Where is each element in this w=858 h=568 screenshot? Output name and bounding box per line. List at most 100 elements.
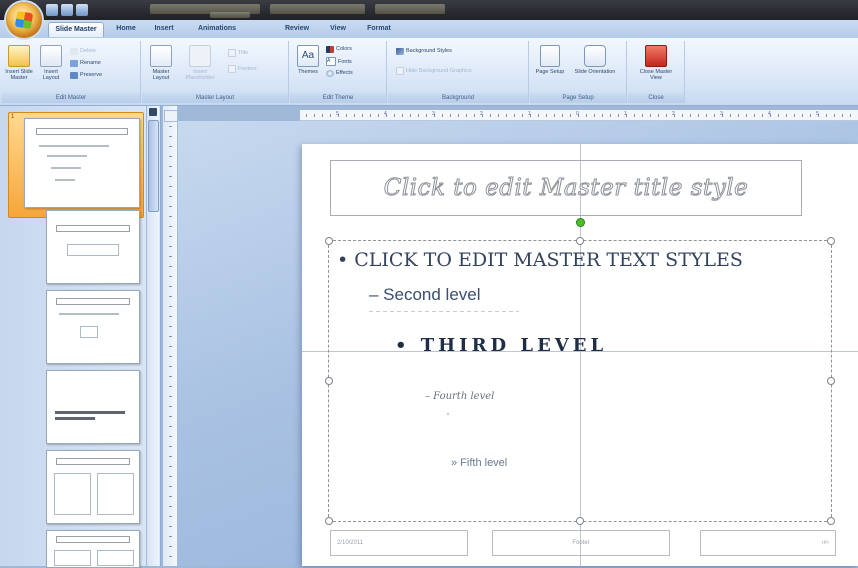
insert-slide-master-button[interactable]: Insert Slide Master	[4, 45, 34, 81]
close-master-view-label: Close Master View	[639, 69, 673, 81]
tab-animations[interactable]: Animations	[194, 22, 240, 36]
slide-canvas[interactable]: Click to edit Master title style • CLICK…	[302, 144, 858, 566]
rename-icon	[70, 59, 78, 67]
resize-handle-right[interactable]	[827, 377, 835, 385]
rename-button[interactable]: Rename	[70, 59, 101, 67]
page-setup-button[interactable]: Page Setup	[534, 45, 566, 75]
master-text-level-5: » Fifth level	[451, 457, 508, 469]
thumbnail-layout-title[interactable]	[46, 210, 140, 284]
ruler-tick	[169, 326, 172, 327]
ruler-tick	[682, 114, 683, 117]
thumbnail-scrollbar[interactable]	[146, 106, 159, 566]
footer-placeholder[interactable]: Footer	[492, 530, 670, 556]
ruler-tick	[169, 256, 172, 257]
tab-slide-master[interactable]: Slide Master	[48, 22, 104, 37]
ruler-tick	[169, 156, 172, 157]
scroll-up-arrow-icon[interactable]	[149, 108, 157, 116]
ruler-number: 2	[480, 111, 483, 117]
thumbnail-layout-two-content[interactable]	[46, 450, 140, 524]
insert-slide-master-label: Insert Slide Master	[5, 69, 33, 81]
office-button-icon[interactable]	[6, 2, 42, 38]
background-styles-button[interactable]: Background Styles	[396, 47, 452, 55]
group-label-edit-master: Edit Master	[2, 93, 140, 103]
ruler-tick	[762, 114, 763, 117]
redo-icon[interactable]	[76, 4, 88, 16]
thumbnail-slide-master[interactable]	[24, 118, 140, 208]
thumbnail-layout-section-header[interactable]	[46, 370, 140, 444]
ruler-tick	[442, 114, 443, 117]
slide-number-placeholder[interactable]: ‹#›	[700, 530, 836, 556]
close-master-view-button[interactable]: Close Master View	[634, 45, 678, 81]
colors-button[interactable]: Colors	[326, 45, 352, 53]
themes-button[interactable]: Aa Themes	[294, 45, 322, 75]
ribbon: Insert Slide Master Insert Layout Delete…	[0, 38, 858, 106]
master-layout-button[interactable]: Master Layout	[146, 45, 176, 81]
ruler-tick	[458, 114, 459, 117]
ruler-tick	[169, 236, 172, 237]
ruler-corner-button[interactable]	[164, 110, 178, 122]
resize-handle-bottom[interactable]	[576, 517, 584, 525]
tab-home[interactable]: Home	[112, 22, 140, 36]
ruler-tick	[169, 226, 172, 227]
resize-handle-top-right[interactable]	[827, 237, 835, 245]
background-styles-label: Background Styles	[406, 48, 452, 54]
tab-format[interactable]: Format	[364, 22, 394, 36]
horizontal-ruler: 5 4 3 2 1 0 1 2 3 4 5	[300, 110, 858, 121]
master-text-level-4: – Fourth level	[425, 391, 495, 402]
ruler-tick	[658, 114, 659, 117]
ruler-tick	[690, 114, 691, 117]
save-icon[interactable]	[46, 4, 58, 16]
thumbnail-text-line	[39, 145, 109, 147]
undo-icon[interactable]	[61, 4, 73, 16]
ruler-tick	[706, 114, 707, 117]
hide-background-graphics-label: Hide Background Graphics	[406, 68, 472, 74]
resize-handle-left[interactable]	[325, 377, 333, 385]
ruler-tick	[842, 114, 843, 117]
scrollbar-thumb[interactable]	[148, 120, 159, 212]
ruler-tick	[730, 114, 731, 117]
resize-handle-top-left[interactable]	[325, 237, 333, 245]
ruler-tick	[169, 356, 172, 357]
effects-button[interactable]: Effects	[326, 69, 353, 77]
tab-insert[interactable]: Insert	[150, 22, 178, 36]
tab-review[interactable]: Review	[282, 22, 312, 36]
ruler-tick	[169, 296, 172, 297]
delete-button[interactable]: Delete	[70, 47, 96, 55]
insert-layout-button[interactable]: Insert Layout	[36, 45, 66, 81]
thumbnail-layout-comparison[interactable]	[46, 530, 140, 568]
tab-view[interactable]: View	[326, 22, 350, 36]
fonts-icon: A	[326, 57, 336, 66]
date-placeholder[interactable]: 2/10/2011	[330, 530, 468, 556]
quick-access-toolbar	[46, 2, 88, 18]
rotate-handle-icon[interactable]	[576, 218, 585, 227]
thumbnail-layout-title-content[interactable]	[46, 290, 140, 364]
title-checkbox[interactable]: Title	[228, 49, 248, 57]
title-placeholder-text: Click to edit Master title style	[383, 175, 749, 202]
ruler-tick	[610, 114, 611, 117]
insert-placeholder-icon	[189, 45, 211, 67]
group-edit-master: Insert Slide Master Insert Layout Delete…	[2, 41, 141, 103]
resize-handle-bottom-right[interactable]	[827, 517, 835, 525]
insert-placeholder-button[interactable]: Insert Placeholder	[180, 45, 220, 81]
ruler-tick	[354, 114, 355, 117]
body-placeholder[interactable]: • CLICK TO EDIT MASTER TEXT STYLES – Sec…	[325, 237, 835, 525]
slide-orientation-button[interactable]: Slide Orientation	[570, 45, 620, 75]
level-2-underline	[369, 311, 519, 312]
ruler-tick	[450, 114, 451, 117]
title-placeholder[interactable]: Click to edit Master title style	[330, 160, 802, 216]
ruler-number: 3	[432, 111, 435, 117]
resize-handle-bottom-left[interactable]	[325, 517, 333, 525]
fonts-button[interactable]: A Fonts	[326, 57, 352, 66]
ruler-tick	[426, 114, 427, 117]
ruler-tick	[169, 556, 172, 557]
group-label-page-setup: Page Setup	[530, 93, 626, 103]
resize-handle-top[interactable]	[576, 237, 584, 245]
preserve-button[interactable]: Preserve	[70, 71, 102, 79]
footers-checkbox[interactable]: Footers	[228, 65, 257, 73]
ruler-tick	[810, 114, 811, 117]
ruler-tick	[418, 114, 419, 117]
ruler-tick	[169, 176, 172, 177]
ruler-tick	[634, 114, 635, 117]
date-placeholder-text: 2/10/2011	[337, 540, 364, 546]
hide-background-graphics-checkbox[interactable]: Hide Background Graphics	[396, 67, 472, 75]
